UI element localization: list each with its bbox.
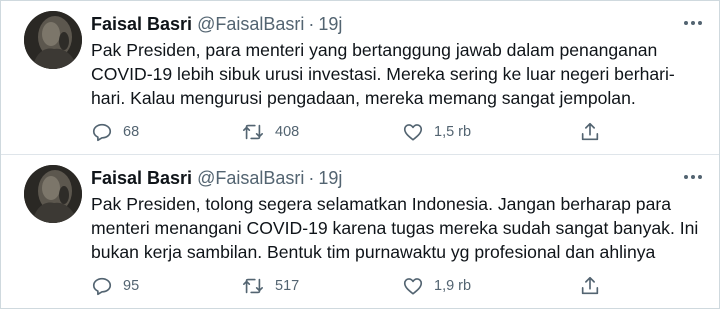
more-options-button[interactable] [681,15,705,31]
tweet-text-line: Pak Presiden, para menteri yang bertangg… [91,40,658,60]
tweet-text-line: Pak Presiden, tolong segera selamatkan I… [91,194,672,214]
avatar[interactable] [24,11,82,69]
like-count: 1,5 rb [434,124,472,140]
tweet-header: Faisal Basri @FaisalBasri · 19j [91,13,342,35]
like-button[interactable]: 1,9 rb [402,274,471,298]
more-horizontal-icon [684,21,702,25]
author-name[interactable]: Faisal Basri [91,14,192,34]
reply-button[interactable]: 95 [91,274,139,298]
reply-bubble-icon [92,277,112,296]
separator: · [308,14,315,34]
tweet-actions: 68 408 1,5 rb [91,120,711,144]
heart-icon [403,278,423,295]
avatar[interactable] [24,165,82,223]
tweet[interactable]: Faisal Basri @FaisalBasri · 19j Pak Presid… [1,155,719,308]
retweet-button[interactable]: 408 [241,120,299,144]
retweet-button[interactable]: 517 [241,274,299,298]
heart-icon [403,124,423,141]
timestamp[interactable]: 19j [318,168,342,188]
timestamp[interactable]: 19j [318,14,342,34]
share-button[interactable] [579,120,601,144]
tweet-text-line: menteri menangani COVID-19 karena tugas … [91,218,699,238]
tweet-header: Faisal Basri @FaisalBasri · 19j [91,167,342,189]
retweet-count: 517 [275,278,300,294]
tweet-text: Pak Presiden, para menteri yang bertangg… [91,38,701,110]
reply-bubble-icon [92,123,112,142]
reply-button[interactable]: 68 [91,120,139,144]
tweet-text-line: hari. Kalau mengurusi pengadaan, mereka … [91,88,636,108]
reply-count: 68 [123,124,140,140]
retweet-count: 408 [275,124,300,140]
separator: · [308,168,315,188]
like-button[interactable]: 1,5 rb [402,120,471,144]
share-upload-icon [581,276,599,295]
author-handle[interactable]: @FaisalBasri [197,14,304,34]
share-button[interactable] [579,274,601,298]
tweet-text-line: COVID-19 lebih sibuk urusi investasi. Me… [91,64,675,84]
tweet-text-line: bukan kerja sambilan. Bentuk tim purnawa… [91,242,656,262]
reply-count: 95 [123,278,140,294]
tweet[interactable]: Faisal Basri @FaisalBasri · 19j Pak Presid… [1,1,719,154]
tweet-actions: 95 517 1,9 rb [91,274,711,298]
tweet-timeline: Faisal Basri @FaisalBasri · 19j Pak Presid… [0,0,720,309]
retweet-icon [243,278,263,294]
retweet-icon [243,124,263,140]
share-upload-icon [581,122,599,141]
author-name[interactable]: Faisal Basri [91,168,192,188]
more-horizontal-icon [684,175,702,179]
like-count: 1,9 rb [434,278,472,294]
tweet-text: Pak Presiden, tolong segera selamatkan I… [91,192,701,264]
author-handle[interactable]: @FaisalBasri [197,168,304,188]
more-options-button[interactable] [681,169,705,185]
